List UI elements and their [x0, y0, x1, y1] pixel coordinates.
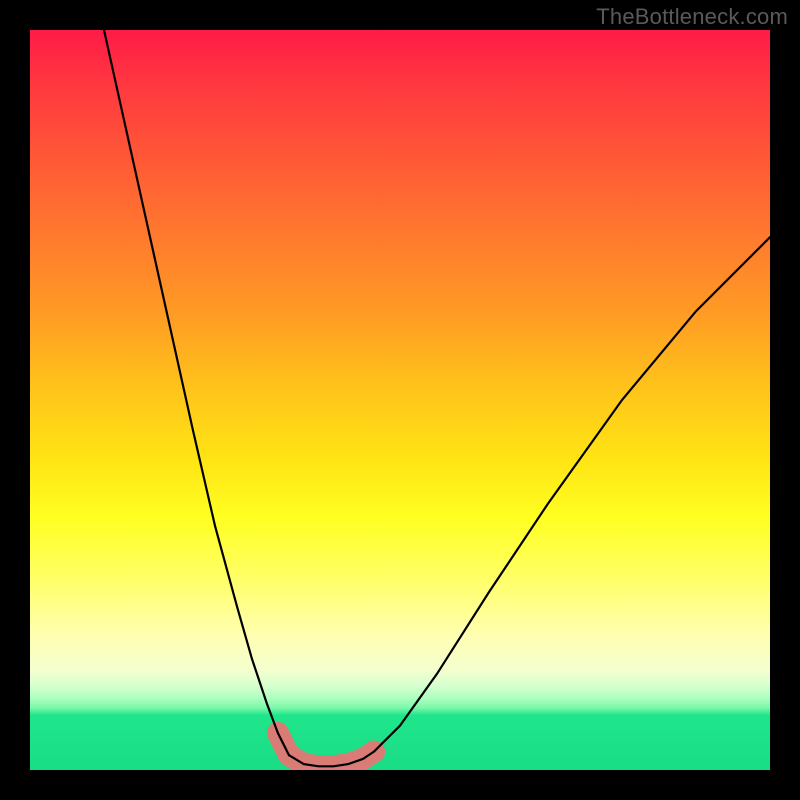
curve-layer — [30, 30, 770, 770]
curve-right-ascent — [374, 237, 770, 751]
curve-left-descent — [104, 30, 289, 755]
watermark-text: TheBottleneck.com — [596, 4, 788, 30]
plot-area — [30, 30, 770, 770]
chart-frame: TheBottleneck.com — [0, 0, 800, 800]
